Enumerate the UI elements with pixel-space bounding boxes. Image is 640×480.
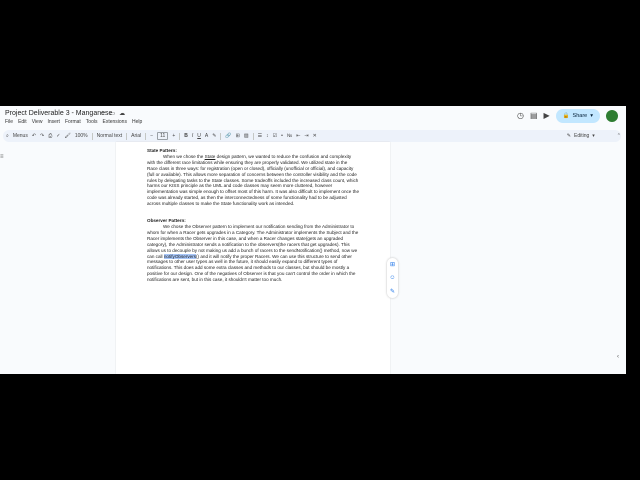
menu-insert[interactable]: Insert — [47, 119, 60, 125]
divider — [145, 132, 147, 140]
chevron-down-icon: ▾ — [592, 133, 595, 139]
bullet-list-icon[interactable]: • — [281, 133, 283, 139]
pencil-icon: ✎ — [566, 133, 571, 139]
header-actions: ◷ ▤ ▶ 🔒 Share ▾ — [517, 109, 618, 123]
indent-increase-icon[interactable]: ⇥ — [304, 133, 308, 139]
divider — [91, 132, 93, 140]
state-paragraph: When we chose the State design pattern, … — [147, 153, 360, 207]
chevron-down-icon[interactable]: ▾ — [590, 113, 593, 119]
title-icon-group: ☆ ▭ ☁ — [100, 110, 125, 117]
comments-icon[interactable]: ▤ — [530, 110, 538, 122]
menu-tools[interactable]: Tools — [86, 119, 98, 125]
menu-file[interactable]: File — [5, 119, 13, 125]
divider — [126, 132, 128, 140]
underline-button[interactable]: U — [197, 133, 201, 139]
document-body[interactable]: State Pattern: When we chose the State d… — [147, 148, 359, 283]
image-icon[interactable]: ▨ — [244, 133, 249, 139]
spellcheck-icon[interactable]: ✓ — [56, 133, 60, 139]
highlight-icon[interactable]: ✎ — [212, 133, 216, 139]
style-select[interactable]: Normal text — [97, 133, 123, 139]
increase-font-icon[interactable]: + — [172, 133, 175, 139]
checklist-icon[interactable]: ☑ — [273, 133, 277, 139]
print-icon[interactable]: ⎙ — [48, 133, 52, 139]
suggest-edit-icon[interactable]: ✎ — [390, 288, 395, 295]
redo-icon[interactable]: ↷ — [40, 133, 44, 139]
font-size-input[interactable]: 11 — [157, 132, 169, 140]
chevron-up-icon[interactable]: ⌃ — [617, 133, 621, 139]
link-icon[interactable]: 🔗 — [225, 133, 231, 139]
mode-label: Editing — [573, 133, 590, 139]
share-label: Share — [572, 113, 588, 119]
explore-icon[interactable]: ‹ — [617, 354, 619, 360]
mode-switcher[interactable]: ✎ Editing ▾ — [567, 133, 595, 139]
italic-button[interactable]: I — [192, 133, 193, 139]
comment-add-icon[interactable]: ⊞ — [236, 133, 240, 139]
toolbar: ⌕ Menus ↶ ↷ ⎙ ✓ 🖌 100% Normal text Arial… — [3, 130, 621, 142]
document-title[interactable]: Project Deliverable 3 - Manganese — [5, 110, 112, 117]
emoji-icon[interactable]: ☺ — [389, 275, 395, 281]
outline-icon[interactable]: ≡ — [0, 154, 4, 160]
divider — [179, 132, 181, 140]
line-spacing-icon[interactable]: ↕ — [266, 133, 269, 139]
undo-icon[interactable]: ↶ — [32, 133, 36, 139]
meet-icon[interactable]: ▶ — [544, 110, 550, 122]
text-color-button[interactable]: A — [205, 133, 208, 139]
divider — [220, 132, 222, 140]
search-menus-label[interactable]: Menus — [13, 133, 28, 139]
selected-text[interactable]: notifyObservers — [163, 253, 197, 259]
cloud-icon[interactable]: ☁ — [119, 110, 125, 117]
star-icon[interactable]: ☆ — [100, 110, 105, 117]
title-bar: Project Deliverable 3 - Manganese ☆ ▭ ☁ … — [0, 106, 626, 127]
add-comment-icon[interactable]: ⊞ — [390, 261, 395, 268]
share-button[interactable]: 🔒 Share ▾ — [555, 109, 600, 123]
floating-comment-toolbar: ⊞ ☺ ✎ — [387, 258, 398, 298]
divider — [252, 132, 254, 140]
zoom-select[interactable]: 100% — [75, 133, 88, 139]
numbered-list-icon[interactable]: № — [287, 133, 292, 139]
docs-window: Project Deliverable 3 - Manganese ☆ ▭ ☁ … — [0, 106, 626, 374]
font-select[interactable]: Arial — [131, 133, 141, 139]
paint-format-icon[interactable]: 🖌 — [64, 133, 70, 139]
menu-view[interactable]: View — [32, 119, 43, 125]
avatar[interactable] — [606, 110, 618, 122]
bold-button[interactable]: B — [184, 133, 188, 139]
lock-icon: 🔒 — [562, 113, 570, 119]
decrease-font-icon[interactable]: − — [150, 133, 153, 139]
clear-format-icon[interactable]: ✕ — [313, 133, 317, 139]
observer-paragraph: We chose the Observer pattern to impleme… — [147, 223, 359, 283]
state-word: State — [204, 153, 216, 159]
menu-bar: File Edit View Insert Format Tools Exten… — [5, 119, 142, 125]
menu-format[interactable]: Format — [65, 119, 81, 125]
align-icon[interactable]: ☰ — [258, 133, 262, 139]
menu-help[interactable]: Help — [132, 119, 142, 125]
search-icon[interactable]: ⌕ — [6, 133, 9, 139]
menu-edit[interactable]: Edit — [18, 119, 27, 125]
history-icon[interactable]: ◷ — [517, 110, 524, 122]
indent-decrease-icon[interactable]: ⇤ — [296, 133, 300, 139]
menu-extensions[interactable]: Extensions — [102, 119, 126, 125]
folder-icon[interactable]: ▭ — [109, 110, 115, 117]
